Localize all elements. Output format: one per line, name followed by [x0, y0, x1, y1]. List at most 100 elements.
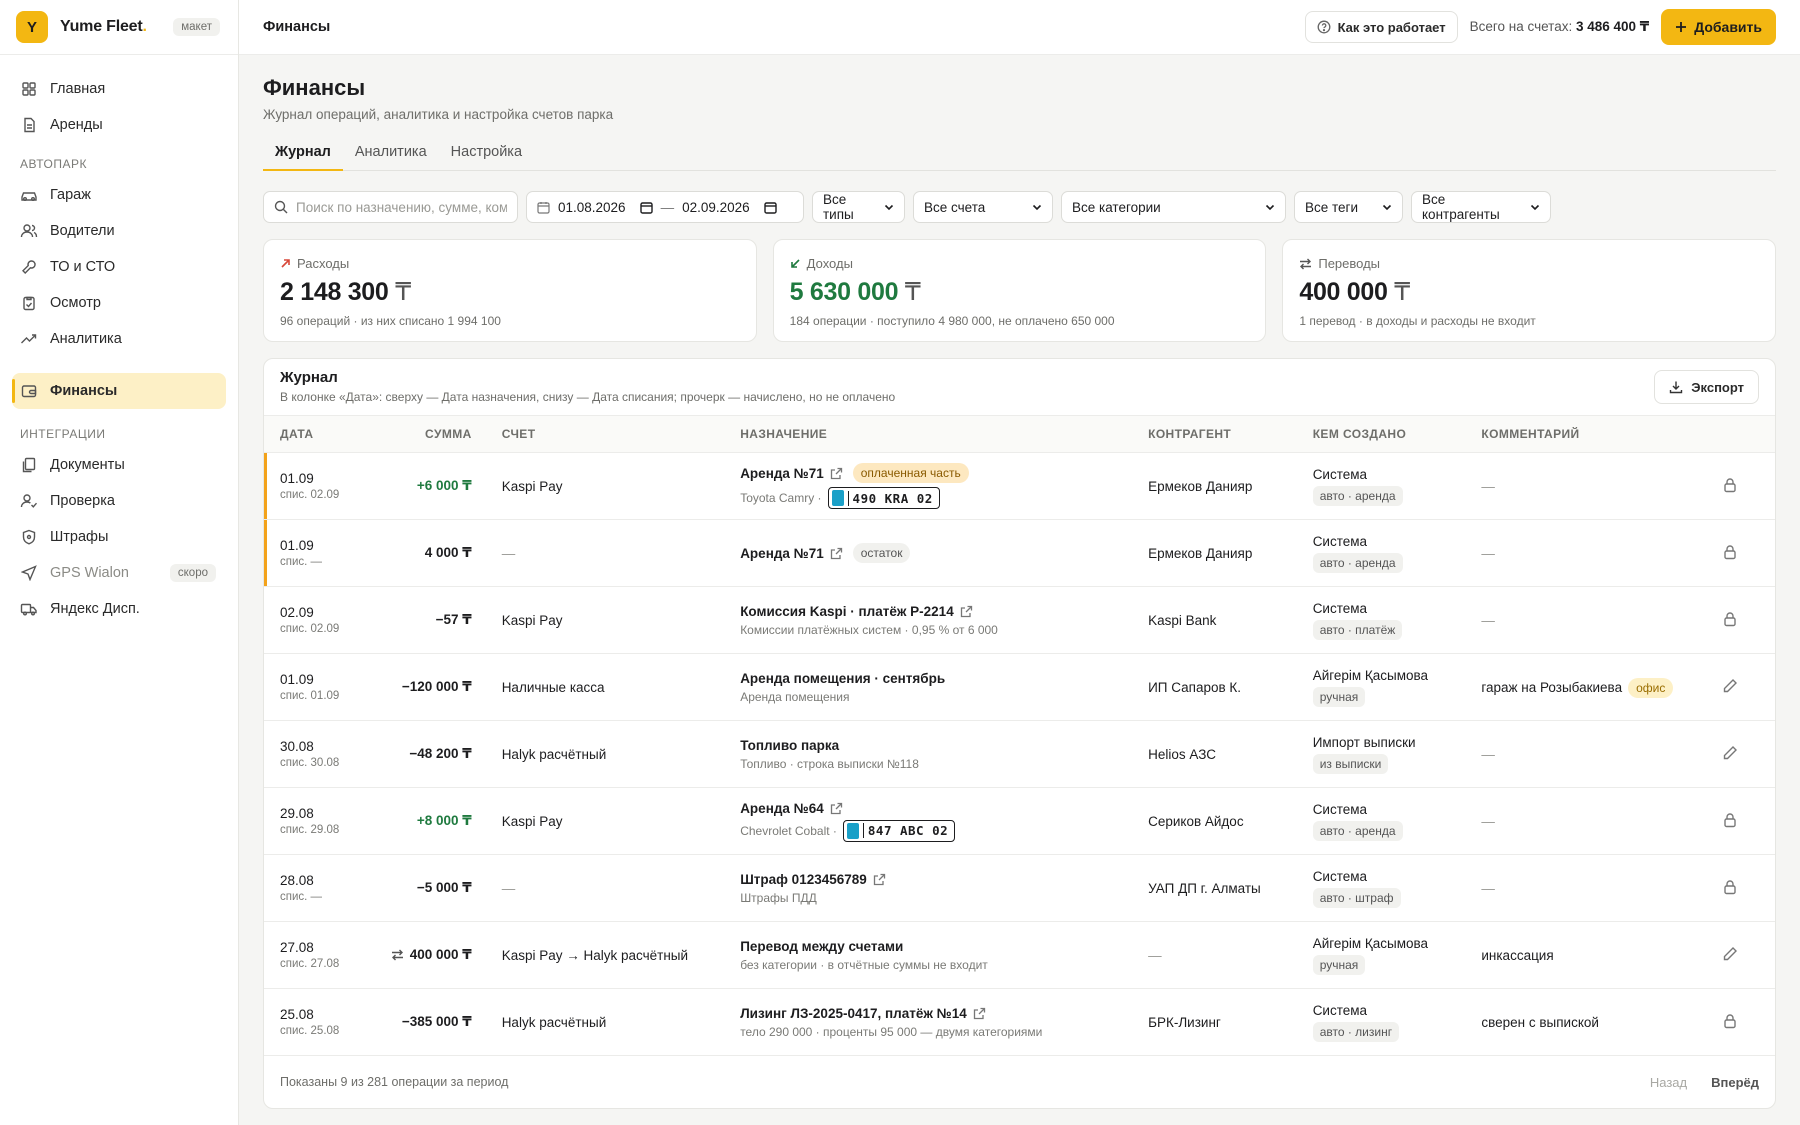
table-row[interactable]: 01.09 спис. 02.09 +6 000 ₸ Kaspi Pay Аренда … — [264, 452, 1775, 520]
cell-created-by: Айгерім Қасымова ручная — [1304, 653, 1474, 721]
date-range-field[interactable]: 01.08.2026 — 02.09.2026 — [526, 191, 804, 223]
external-link-icon[interactable] — [960, 605, 973, 618]
sidebar-item-fines[interactable]: Штрафы — [12, 519, 226, 555]
lock-icon[interactable] — [1722, 477, 1738, 493]
lock-icon[interactable] — [1722, 544, 1738, 560]
sidebar-item-yandex[interactable]: Яндекс Дисп. — [12, 591, 226, 627]
purpose-title[interactable]: Аренда №71 — [740, 466, 824, 481]
table-row[interactable]: 01.09 спис. —4 000 ₸ — Аренда №71 остаток Ерм… — [264, 519, 1775, 587]
sidebar-item-documents[interactable]: Документы — [12, 447, 226, 483]
edit-icon[interactable] — [1722, 678, 1738, 694]
cell-purpose: Аренда №71 оплаченная часть Toyota Camry ·… — [732, 452, 1141, 520]
sidebar-item-analytics[interactable]: Аналитика — [12, 321, 226, 357]
sidebar-item-finance[interactable]: Финансы — [12, 373, 226, 409]
cell-date: 28.08 спис. — — [264, 854, 367, 922]
status-badge: оплаченная часть — [852, 463, 969, 483]
table-row[interactable]: 27.08 спис. 27.08 400 000 ₸ Kaspi Pay → Hal… — [264, 921, 1775, 989]
cell-purpose: Аренда помещения · сентябрь Аренда помеще… — [732, 653, 1141, 721]
table-row[interactable]: 28.08 спис. — −5 000 ₸ — Штраф 0123456789 Штр… — [264, 854, 1775, 922]
purpose-subtitle: без категории · в отчётные суммы не вход… — [740, 957, 988, 972]
column-header-account[interactable]: Счет — [479, 415, 733, 453]
expenses-label: Расходы — [297, 256, 350, 271]
brand-name[interactable]: Yume Fleet. — [60, 18, 147, 36]
types-select[interactable]: Все типы — [812, 191, 905, 223]
sidebar-item-maintenance[interactable]: ТО и СТО — [12, 249, 226, 285]
chevron-down-icon — [884, 202, 894, 212]
cell-account: Kaspi Pay → Halyk расчётный — [479, 921, 733, 989]
sidebar-item-home[interactable]: Главная — [12, 71, 226, 107]
arrow-up-right-icon — [280, 258, 291, 269]
tab-analytics[interactable]: Аналитика — [343, 144, 439, 170]
purpose-title[interactable]: Топливо парка — [740, 738, 839, 753]
lock-icon[interactable] — [1722, 879, 1738, 895]
cell-counterparty: ИП Сапаров К. — [1140, 653, 1305, 721]
purpose-title[interactable]: Перевод между счетами — [740, 939, 903, 954]
column-header-counterparty[interactable]: Контрагент — [1140, 415, 1305, 453]
purpose-title[interactable]: Аренда №64 — [740, 801, 824, 816]
journal-title: Журнал — [280, 369, 338, 386]
prev-page-button[interactable]: Назад — [1650, 1075, 1687, 1090]
date-from[interactable]: 01.08.2026 — [558, 200, 626, 215]
column-header-comment[interactable]: Комментарий — [1473, 415, 1685, 453]
external-link-icon[interactable] — [973, 1007, 986, 1020]
purpose-subtitle: Топливо · строка выписки №118 — [740, 756, 919, 771]
filters-bar: Поиск по назначению, сумме, комментарию … — [263, 191, 1776, 223]
cell-counterparty: БРК-Лизинг — [1140, 988, 1305, 1056]
purpose-title[interactable]: Аренда помещения · сентябрь — [740, 671, 945, 686]
external-link-icon[interactable] — [830, 467, 843, 480]
sidebar-item-label: Яндекс Дисп. — [50, 601, 140, 617]
lock-icon[interactable] — [1722, 1013, 1738, 1029]
truck-icon — [20, 600, 38, 618]
column-header-purpose[interactable]: Назначение — [732, 415, 1141, 453]
calendar-icon[interactable] — [639, 201, 653, 214]
column-header-created-by[interactable]: Кем создано — [1304, 415, 1474, 453]
external-link-icon[interactable] — [873, 873, 886, 886]
counterparties-select[interactable]: Все контрагенты — [1411, 191, 1551, 223]
table-row[interactable]: 01.09 спис. 01.09 −120 000 ₸ Наличные касса… — [264, 653, 1775, 721]
purpose-title[interactable]: Штраф 0123456789 — [740, 872, 867, 887]
calendar-icon[interactable] — [763, 201, 777, 214]
search-input[interactable]: Поиск по назначению, сумме, комментарию — [263, 191, 518, 223]
cell-account: Kaspi Pay — [479, 452, 733, 520]
purpose-title[interactable]: Лизинг ЛЗ-2025-0417, платёж №14 — [740, 1006, 967, 1021]
lock-icon[interactable] — [1722, 812, 1738, 828]
sidebar-item-gps[interactable]: GPS Wialon скоро — [12, 555, 226, 591]
column-header-amount[interactable]: Сумма — [366, 415, 480, 453]
brand-logo[interactable]: Y — [16, 11, 48, 43]
table-row[interactable]: 29.08 спис. 29.08 +8 000 ₸ Kaspi Pay Аренда … — [264, 787, 1775, 855]
lock-icon[interactable] — [1722, 611, 1738, 627]
external-link-icon[interactable] — [830, 802, 843, 815]
tags-select[interactable]: Все теги — [1294, 191, 1403, 223]
cell-amount: −120 000 ₸ — [366, 653, 480, 721]
brand-badge: макет — [173, 18, 220, 36]
sidebar-item-inspection[interactable]: Осмотр — [12, 285, 226, 321]
tab-journal[interactable]: Журнал — [263, 144, 343, 171]
date-to[interactable]: 02.09.2026 — [682, 200, 750, 215]
table-row[interactable]: 02.09 спис. 02.09 −57 ₸ Kaspi Pay Комиссия K… — [264, 586, 1775, 654]
categories-select[interactable]: Все категории — [1061, 191, 1286, 223]
next-page-button[interactable]: Вперёд — [1711, 1075, 1759, 1090]
sidebar-item-rentals[interactable]: Аренды — [12, 107, 226, 143]
accounts-select[interactable]: Все счета — [913, 191, 1053, 223]
column-header-date[interactable]: Дата — [264, 415, 367, 453]
transfers-label: Переводы — [1318, 256, 1381, 271]
table-row[interactable]: 30.08 спис. 30.08 −48 200 ₸ Halyk расчётный… — [264, 720, 1775, 788]
edit-icon[interactable] — [1722, 745, 1738, 761]
sidebar-item-garage[interactable]: Гараж — [12, 177, 226, 213]
add-button[interactable]: Добавить — [1661, 9, 1776, 45]
cell-date: 30.08 спис. 30.08 — [264, 720, 367, 788]
files-icon — [20, 456, 38, 474]
purpose-title[interactable]: Комиссия Kaspi · платёж P-2214 — [740, 604, 954, 619]
how-it-works-button[interactable]: Как это работает — [1304, 11, 1458, 43]
sidebar-item-drivers[interactable]: Водители — [12, 213, 226, 249]
table-row[interactable]: 25.08 спис. 25.08 −385 000 ₸ Halyk расчётны… — [264, 988, 1775, 1056]
purpose-title[interactable]: Аренда №71 — [740, 546, 824, 561]
cell-account: Halyk расчётный — [479, 720, 733, 788]
sidebar-item-check[interactable]: Проверка — [12, 483, 226, 519]
tab-settings[interactable]: Настройка — [439, 144, 534, 170]
cell-amount: +8 000 ₸ — [366, 787, 480, 855]
export-button[interactable]: Экспорт — [1654, 370, 1759, 404]
cell-account: Kaspi Pay — [479, 787, 733, 855]
external-link-icon[interactable] — [830, 547, 843, 560]
edit-icon[interactable] — [1722, 946, 1738, 962]
